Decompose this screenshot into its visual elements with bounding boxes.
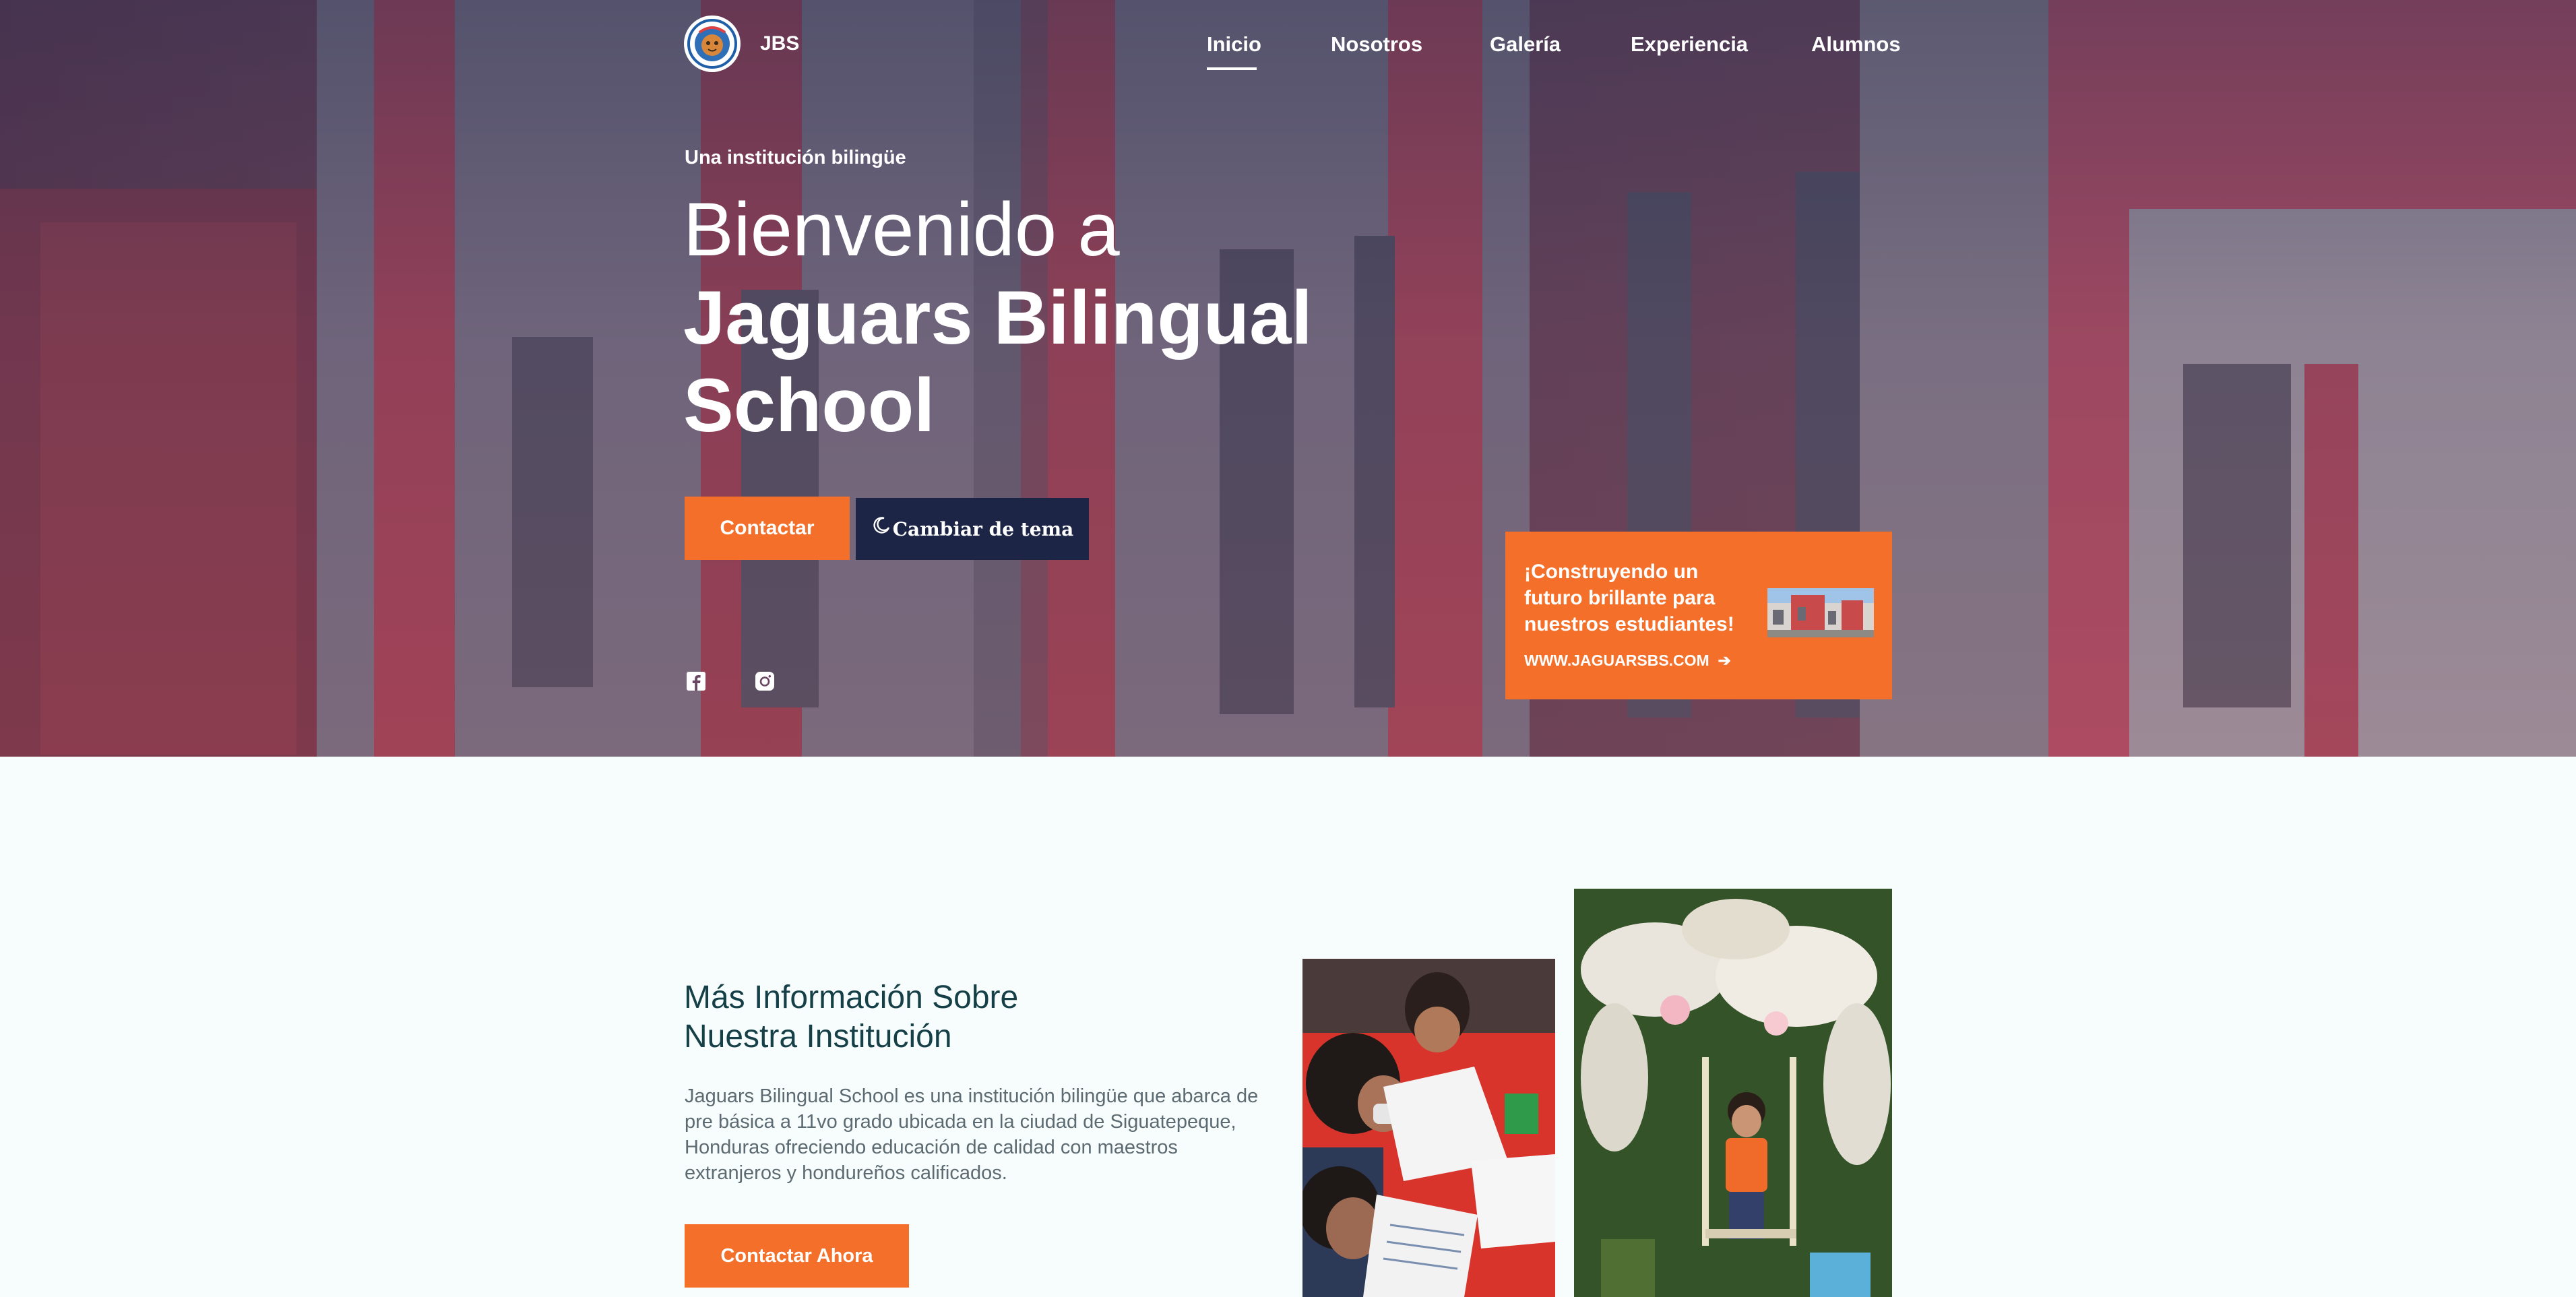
instagram-icon[interactable]: [755, 671, 775, 691]
students-classroom-photo: [1302, 959, 1555, 1297]
info-title-line-2: Nuestra Institución: [684, 1019, 952, 1054]
promo-card: ¡Construyendo un futuro brillante para n…: [1505, 532, 1892, 699]
jaguar-crest-icon: [687, 19, 737, 69]
facebook-icon[interactable]: [686, 671, 706, 691]
info-title-line-1: Más Información Sobre: [684, 980, 1019, 1015]
brand-name[interactable]: JBS: [760, 32, 799, 55]
theme-toggle-button[interactable]: Cambiar de tema: [856, 498, 1089, 560]
info-description: Jaguars Bilingual School es una instituc…: [685, 1085, 1259, 1184]
hero-kicker: Una institución bilingüe: [685, 147, 906, 168]
promo-school-thumbnail: [1767, 588, 1874, 637]
contact-now-button[interactable]: Contactar Ahora: [685, 1224, 909, 1288]
promo-text: ¡Construyendo un futuro brillante para n…: [1524, 561, 1734, 635]
nav-link-galeria[interactable]: Galería: [1490, 32, 1561, 57]
nav-link-inicio[interactable]: Inicio: [1207, 32, 1261, 57]
nav-link-experiencia[interactable]: Experiencia: [1631, 32, 1748, 57]
contact-button[interactable]: Contactar: [685, 497, 850, 560]
top-navbar: JBS Inicio Nosotros Galería Experiencia …: [0, 0, 2576, 88]
hero-title-line-1: Bienvenido a: [683, 187, 1120, 272]
school-logo[interactable]: [684, 15, 741, 72]
info-title: Más Información Sobre Nuestra Institució…: [684, 978, 1156, 1056]
moon-icon: [873, 517, 889, 534]
hero-title: Bienvenido a Jaguars Bilingual School: [683, 185, 1424, 449]
nav-active-indicator: [1207, 67, 1257, 70]
theme-toggle-label: Cambiar de tema: [892, 517, 1074, 540]
contact-now-label: Contactar Ahora: [720, 1244, 873, 1267]
promo-link-label: WWW.JAGUARSBS.COM: [1524, 652, 1709, 669]
promo-website-link[interactable]: WWW.JAGUARSBS.COM ➔: [1524, 652, 1731, 670]
hero-title-line-2: Jaguars Bilingual: [683, 276, 1313, 360]
contact-button-label: Contactar: [720, 517, 815, 539]
student-swing-photo: [1574, 889, 1892, 1297]
nav-link-alumnos[interactable]: Alumnos: [1811, 32, 1901, 57]
hero-title-line-3: School: [683, 363, 935, 447]
hero-section: JBS Inicio Nosotros Galería Experiencia …: [0, 0, 2576, 757]
arrow-right-icon: ➔: [1714, 652, 1731, 669]
nav-link-nosotros[interactable]: Nosotros: [1331, 32, 1422, 57]
